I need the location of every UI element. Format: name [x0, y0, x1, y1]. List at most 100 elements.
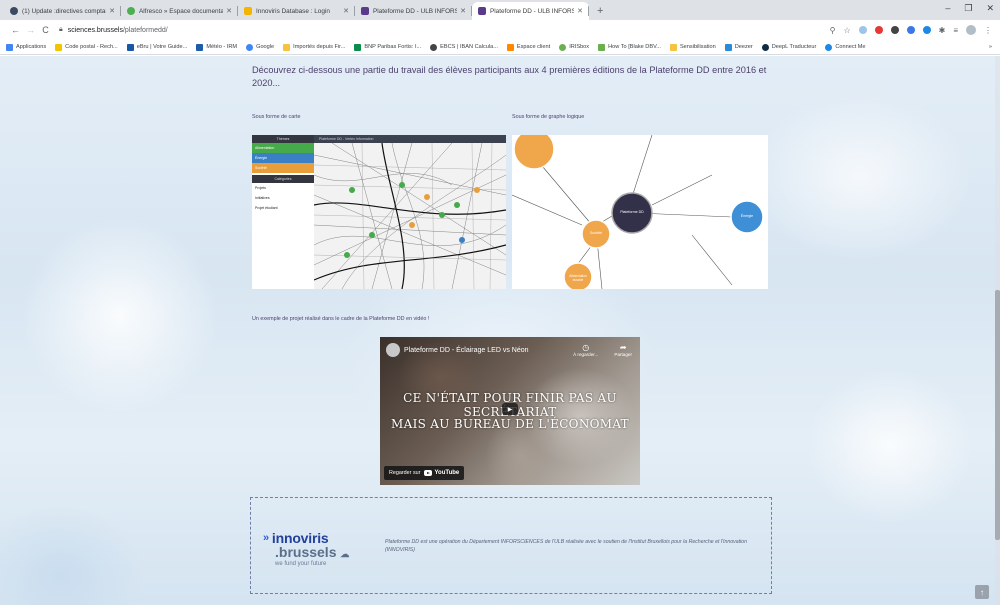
extension-icon[interactable] — [890, 26, 899, 34]
page-content: Découvrez ci-dessous une partie du trava… — [0, 56, 1000, 605]
bookmark-favicon — [559, 43, 567, 51]
close-tab-icon[interactable]: ✕ — [577, 7, 583, 15]
map-label: Sous forme de carte — [252, 114, 301, 120]
folder-icon — [283, 43, 291, 51]
browser-tab-1[interactable]: (1) Update :directives comptables ✕ — [4, 2, 121, 20]
menu-kebab-icon[interactable]: ⋮ — [984, 26, 992, 35]
graph-screenshot[interactable]: Plateforme DD Énergie Société Alimentati… — [512, 135, 768, 289]
profile-avatar[interactable] — [966, 25, 976, 35]
tab-favicon — [244, 7, 252, 15]
extension-icon[interactable] — [874, 26, 883, 34]
bookmark-item[interactable]: Google — [246, 43, 274, 51]
graph-center-node-label: Plateforme DD — [620, 210, 644, 214]
minimize-icon[interactable]: – — [945, 3, 950, 14]
bookmark-favicon — [55, 43, 63, 51]
bookmark-favicon — [354, 43, 362, 51]
lock-icon[interactable]: 🔒︎ — [59, 26, 63, 34]
bookmark-item[interactable]: Espace client — [506, 43, 550, 51]
window-controls: – ❐ ✕ — [945, 3, 994, 14]
google-icon — [246, 43, 254, 51]
forward-arrow-icon[interactable]: → — [23, 25, 38, 35]
map-category-item[interactable]: Initiatives — [252, 193, 314, 203]
intro-text: Découvrez ci-dessous une partie du trava… — [252, 65, 767, 88]
bookmark-item[interactable]: Météo - IRM — [196, 43, 237, 51]
reading-list-icon[interactable]: ≡ — [953, 26, 958, 35]
back-to-top-button[interactable]: ↑ — [975, 585, 989, 599]
map-sidebar-header: Thèmes — [252, 135, 314, 143]
tab-title: Plateforme DD - ULB INFORSCI — [373, 7, 458, 15]
back-arrow-icon[interactable]: ← — [8, 25, 23, 35]
bookmark-item[interactable]: EBCS | IBAN Calcula... — [430, 43, 498, 51]
map-theme-societe[interactable]: Société — [252, 163, 314, 173]
bookmark-item[interactable]: eBru | Votre Guide... — [126, 43, 187, 51]
tab-favicon — [10, 7, 18, 15]
bookmark-item[interactable]: DeepL Traducteur — [761, 43, 816, 51]
channel-avatar[interactable] — [386, 343, 400, 357]
chevrons-icon: » — [263, 532, 269, 544]
scrollbar-thumb[interactable] — [995, 290, 1000, 540]
browser-tab-3[interactable]: Innoviris Database : Login ✕ — [238, 2, 355, 20]
bookmark-item[interactable]: How To [Blake DBV... — [598, 43, 661, 51]
bookmark-favicon — [126, 43, 134, 51]
bookmark-folder[interactable]: Importés depuis Fir... — [283, 43, 345, 51]
browser-tab-2[interactable]: Alfresco » Espace documentaire ✕ — [121, 2, 238, 20]
close-tab-icon[interactable]: ✕ — [226, 7, 232, 15]
tab-favicon — [361, 7, 369, 15]
extension-icon[interactable] — [922, 26, 931, 34]
apps-grid-icon — [6, 43, 13, 51]
new-tab-button[interactable]: + — [589, 2, 611, 20]
browser-tab-5-active[interactable]: Plateforme DD - ULB INFORSCI ✕ — [472, 2, 589, 20]
bookmark-item[interactable]: BNP Paribas Fortis: I... — [354, 43, 421, 51]
map-sidebar: Thèmes Alimentation Énergie Société Caté… — [252, 135, 314, 289]
graph-node-label: Société — [590, 231, 602, 235]
bookmark-applications[interactable]: Applications — [6, 43, 46, 51]
bookmark-item[interactable]: Code postal - Rech... — [55, 43, 118, 51]
graph-node-label: Énergie — [740, 214, 754, 218]
map-theme-alimentation[interactable]: Alimentation — [252, 143, 314, 153]
extension-icon[interactable] — [858, 26, 867, 34]
watch-on-youtube-button[interactable]: Regarder sur YouTube — [384, 466, 465, 480]
share-icon: ➦ — [619, 343, 627, 352]
bookmark-item[interactable]: Connect Me — [825, 43, 866, 51]
innoviris-logo[interactable]: » innoviris .brussels ☁ we fund your futu… — [263, 530, 363, 567]
bookmarks-overflow-button[interactable]: » — [989, 44, 1000, 50]
video-label: Un exemple de projet réalisé dans le cad… — [252, 316, 430, 322]
sponsor-box: » innoviris .brussels ☁ we fund your futu… — [250, 497, 772, 594]
toolbar-extensions: ⚲ ☆ ✱ ≡ ⋮ — [830, 25, 992, 35]
bookmarks-bar: Applications Code postal - Rech... eBru … — [0, 40, 1000, 55]
tab-favicon — [478, 7, 486, 15]
bookmark-favicon — [506, 43, 514, 51]
map-screenshot[interactable]: Thèmes Alimentation Énergie Société Caté… — [252, 135, 506, 289]
map-theme-energie[interactable]: Énergie — [252, 153, 314, 163]
puzzle-icon[interactable]: ✱ — [939, 26, 946, 35]
browser-tab-4[interactable]: Plateforme DD - ULB INFORSCI ✕ — [355, 2, 472, 20]
reload-icon[interactable]: C — [38, 25, 53, 35]
graph-node-label: Alimentation durable — [569, 274, 587, 282]
close-window-icon[interactable]: ✕ — [986, 3, 994, 14]
bookmark-favicon — [761, 43, 769, 51]
video-caption-line-2: MAIS AU BUREAU DE L'ÉCONOMAT — [391, 417, 629, 431]
watch-later-button[interactable]: ◷ À regarder... — [573, 343, 598, 357]
bookmark-item[interactable]: IRISbox — [559, 43, 589, 51]
zoom-icon[interactable]: ⚲ — [830, 26, 836, 35]
map-category-item[interactable]: Projet étudiant — [252, 203, 314, 213]
youtube-video-embed[interactable]: Plateforme DD - Éclairage LED vs Néon ◷ À… — [380, 337, 640, 485]
tab-title: Innoviris Database : Login — [256, 7, 330, 15]
bookmark-star-icon[interactable]: ☆ — [843, 26, 850, 35]
restore-icon[interactable]: ❐ — [964, 3, 972, 14]
extension-icon[interactable] — [906, 26, 915, 34]
bookmark-item[interactable]: Deezer — [724, 43, 753, 51]
close-tab-icon[interactable]: ✕ — [460, 7, 466, 15]
url-path: /plateformedd/ — [122, 26, 168, 34]
clock-icon: ◷ — [582, 343, 590, 352]
video-title[interactable]: Plateforme DD - Éclairage LED vs Néon — [404, 347, 529, 354]
play-icon[interactable]: ▶ — [502, 403, 518, 415]
map-category-item[interactable]: Projets — [252, 183, 314, 193]
bookmark-folder[interactable]: Sensibilisation — [669, 43, 716, 51]
close-tab-icon[interactable]: ✕ — [343, 7, 349, 15]
cloud-icon: ☁ — [340, 549, 350, 559]
address-bar[interactable]: 🔒︎ sciences.brussels/plateformedd/ — [59, 23, 830, 37]
close-tab-icon[interactable]: ✕ — [109, 7, 115, 15]
share-button[interactable]: ➦ Partager — [614, 343, 632, 357]
tab-title: (1) Update :directives comptables — [22, 7, 106, 15]
